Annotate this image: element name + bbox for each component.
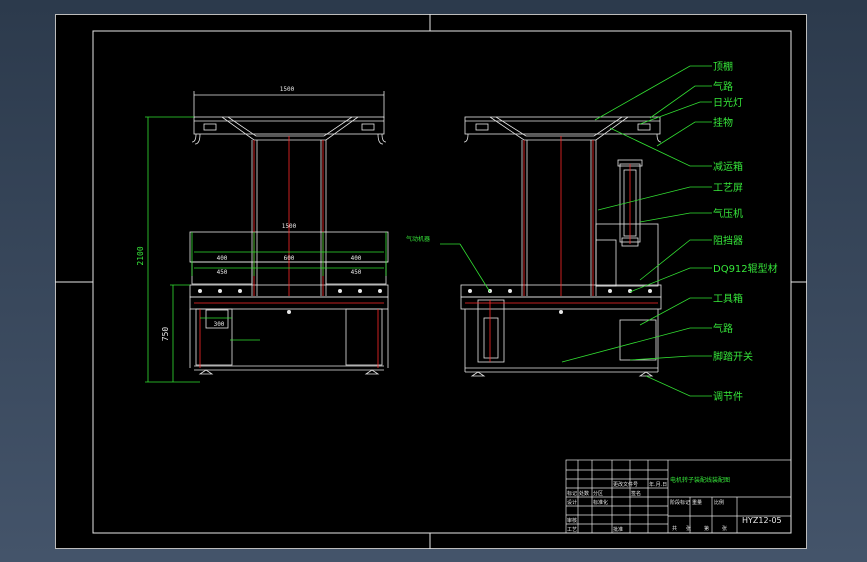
callout-9: DQ912辊型材: [713, 262, 778, 275]
side-bolts: [468, 289, 652, 314]
callout-5: 减运箱: [713, 160, 743, 173]
cad-drawing: 1500 1500 400 600 400 450 450 300 2100 7…: [55, 14, 807, 549]
tb-bottom-2: 第: [704, 525, 709, 532]
callout-2: 气路: [713, 80, 733, 93]
dim-seg-c1: 400: [351, 255, 362, 262]
callout-13: 调节件: [713, 391, 743, 403]
tb-stage-2: 比例: [714, 499, 724, 506]
callout-11: 气路: [713, 322, 733, 335]
dim-height-total: 2100: [136, 246, 145, 265]
dim-seg-small: 300: [214, 321, 225, 328]
callout-7: 气压机: [713, 207, 743, 220]
dim-mid-width: 1500: [282, 223, 297, 230]
callout-10: 工具箱: [713, 292, 743, 305]
tb-header-0: 标记: [567, 490, 577, 497]
tb-role-4: 标准化: [593, 499, 608, 506]
callout-6: 工艺屏: [713, 182, 743, 194]
tb-stage-1: 重量: [692, 499, 702, 506]
callout-8: 阻挡器: [713, 234, 743, 247]
tb-role-0: 设计: [567, 499, 577, 506]
dim-seg-b1: 600: [284, 255, 295, 262]
title-block-title: 电机转子装配线装配图: [670, 476, 730, 484]
dim-seg-a2: 450: [217, 269, 228, 276]
front-dimensions: [145, 116, 387, 383]
tb-stage-0: 阶段标记: [670, 499, 690, 506]
dim-height-bench: 750: [161, 327, 170, 342]
tb-bottom-0: 共: [672, 525, 677, 532]
tb-header-3: 更改文件号: [613, 481, 638, 488]
tb-bottom-1: 张: [686, 525, 691, 532]
callout-labels: 顶棚 气路 日光灯 挂物 减运箱 工艺屏 气压机 阻挡器 DQ912辊型材 工具…: [713, 60, 778, 403]
drawing-frame: [92, 30, 792, 534]
dim-seg-a1: 400: [217, 255, 228, 262]
callout-1: 顶棚: [713, 60, 733, 73]
tb-header-4: 签名: [631, 490, 641, 497]
tb-role-1: 审核: [567, 517, 577, 524]
tb-role-2: 工艺: [567, 527, 577, 533]
tb-header-5: 年.月.日: [649, 481, 667, 488]
tb-header-1: 处数: [579, 490, 589, 497]
dim-top-width: 1500: [280, 86, 295, 93]
cad-viewport[interactable]: 1500 1500 400 600 400 450 450 300 2100 7…: [0, 0, 867, 562]
drawing-number: HYZ12-05: [742, 516, 782, 525]
left-note-label: 气动机器: [406, 235, 430, 243]
dim-seg-c2: 450: [351, 269, 362, 276]
tb-role-3: 批准: [613, 526, 623, 533]
callout-3: 日光灯: [713, 96, 743, 109]
callout-leaders: [561, 65, 712, 397]
tb-bottom-3: 张: [722, 525, 727, 532]
callout-12: 脚踏开关: [713, 350, 753, 363]
callout-4: 挂物: [713, 116, 733, 129]
tb-header-2: 分区: [593, 490, 603, 497]
